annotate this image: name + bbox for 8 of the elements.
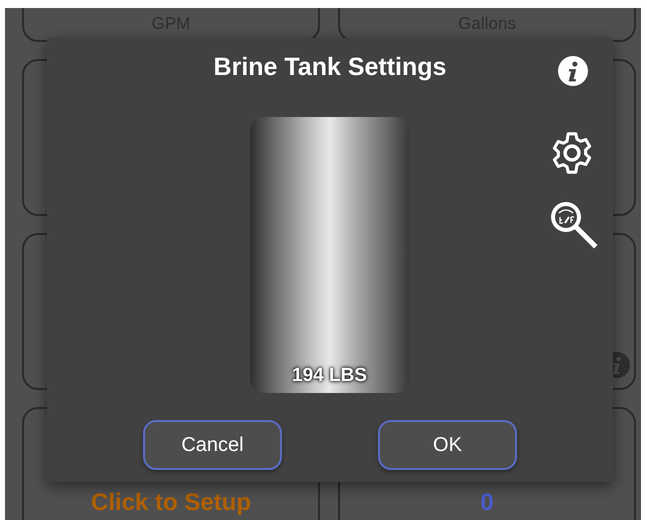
dialog-button[interactable]: OK [378, 420, 517, 470]
gauge-search-icon[interactable] [549, 200, 599, 250]
tank-reading: 194 LBS [292, 365, 367, 387]
tile-value: Click to Setup [90, 489, 252, 517]
tile-value: 0 [480, 489, 494, 517]
dialog-title: Brine Tank Settings [214, 53, 446, 82]
info-icon[interactable] [558, 56, 588, 86]
dialog-button[interactable]: Cancel [143, 420, 282, 470]
